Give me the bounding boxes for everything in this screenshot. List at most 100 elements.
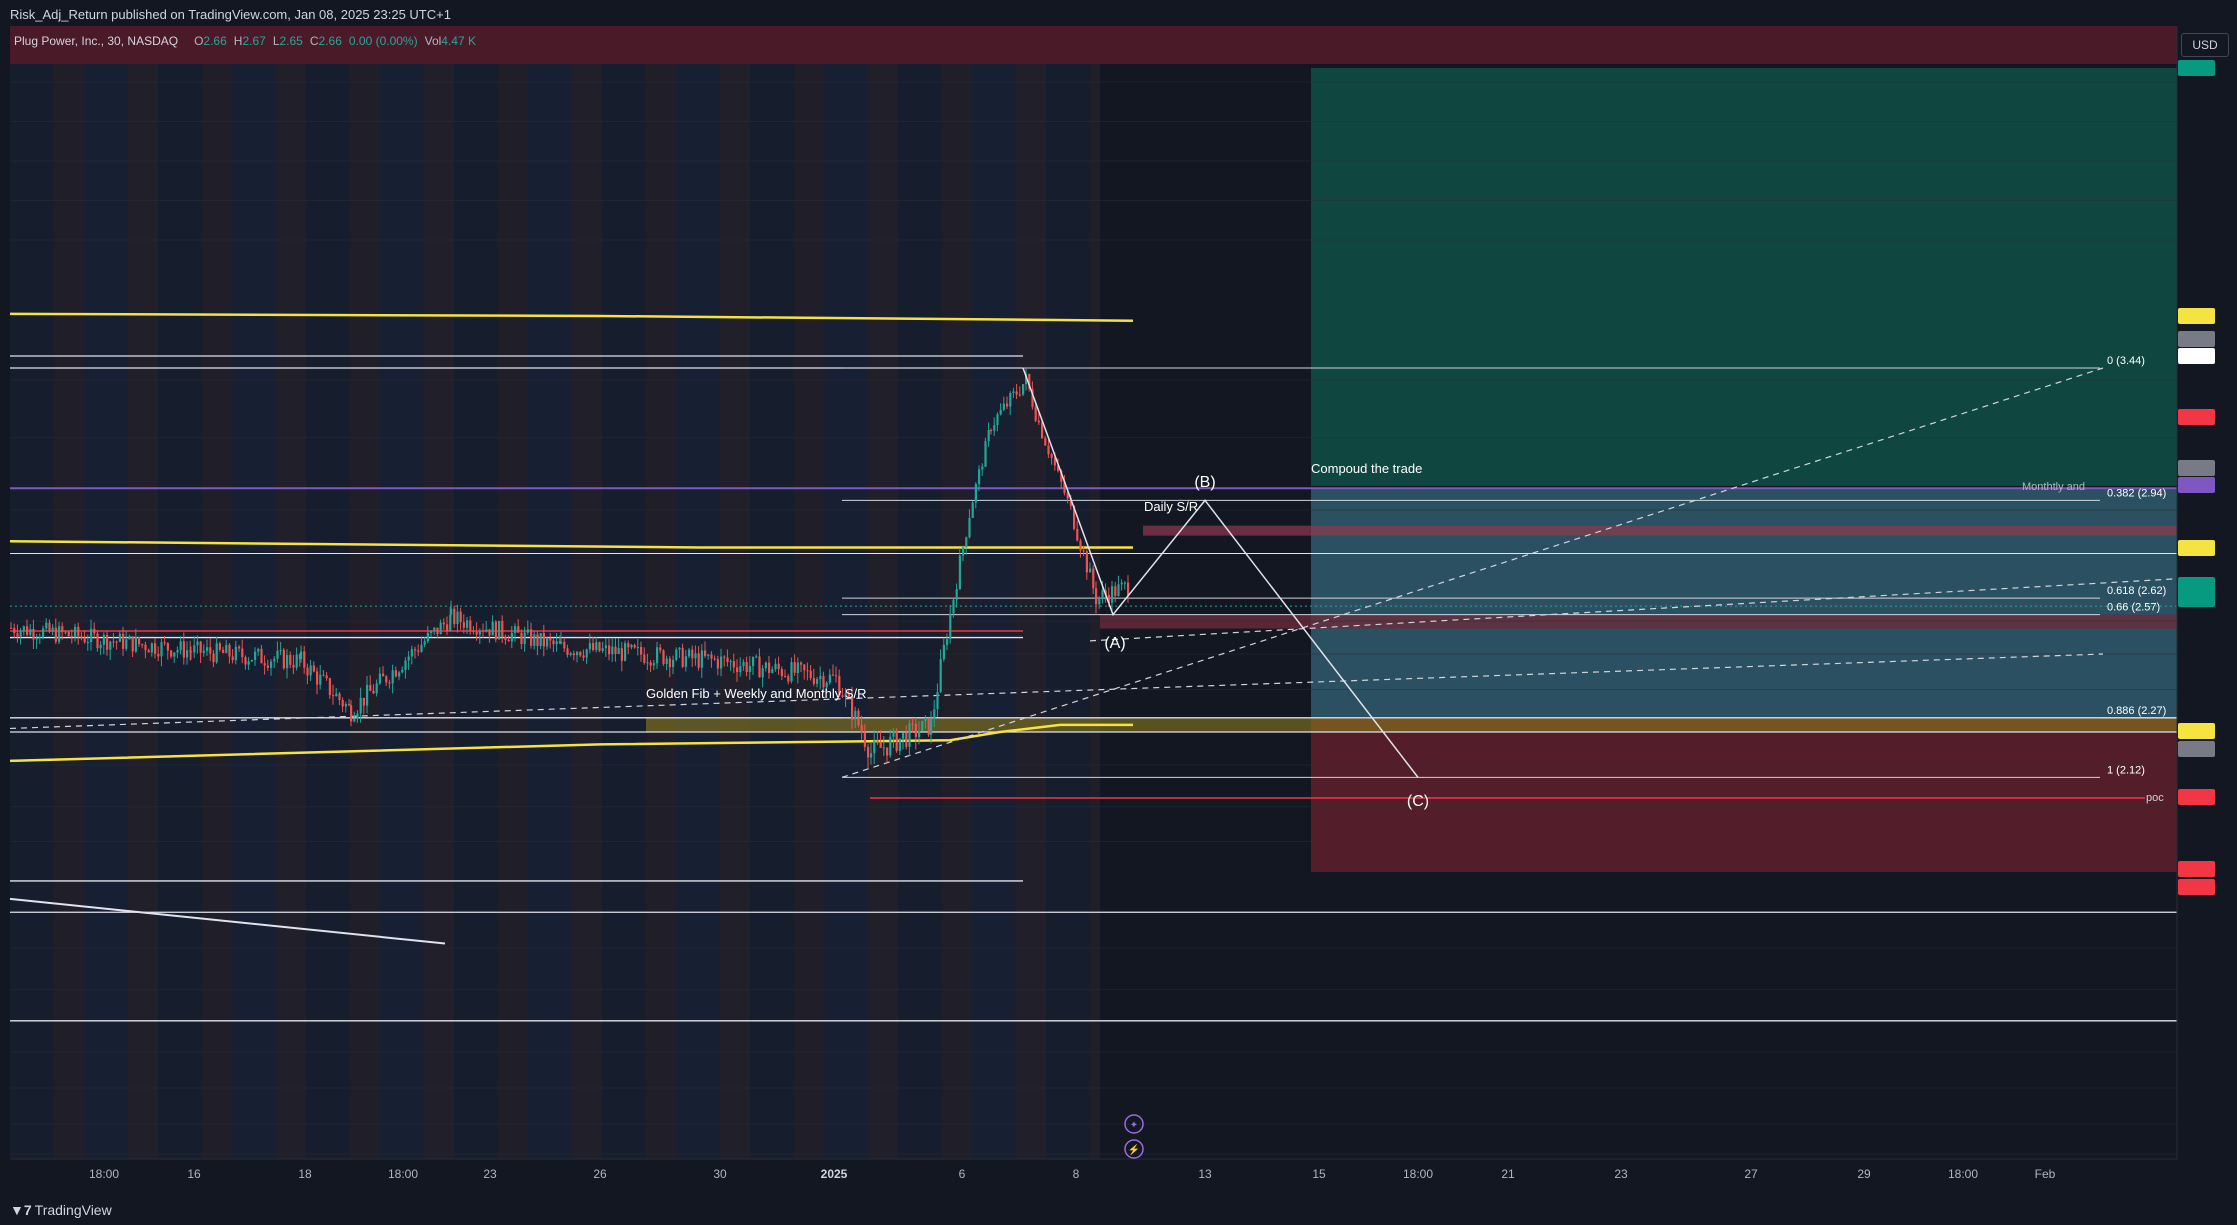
candle-body: [1095, 588, 1098, 605]
candle-body: [598, 642, 601, 651]
candle-body: [739, 666, 742, 673]
poc-label: poc: [2146, 792, 2164, 804]
candle-body: [905, 732, 908, 747]
candle-body: [974, 484, 977, 503]
candle-body: [398, 672, 401, 677]
candle-body: [410, 649, 413, 657]
candle-body: [372, 690, 375, 694]
candle-body: [254, 651, 257, 660]
candle-body: [335, 693, 338, 697]
candle-body: [748, 666, 751, 673]
time-tick-label: 8: [1073, 1167, 1080, 1181]
candle-body: [1123, 582, 1126, 584]
candle-body: [999, 409, 1002, 415]
candle-body: [576, 651, 579, 656]
candle-body: [433, 627, 436, 632]
candle-body: [526, 629, 529, 633]
candle-body: [206, 647, 209, 651]
candle-body: [761, 668, 764, 678]
candle-body: [895, 730, 898, 751]
brand-text: TradingView: [34, 1202, 112, 1218]
candle-body: [579, 651, 582, 656]
price-badge: [2178, 60, 2215, 76]
candle-body: [466, 620, 469, 628]
price-badge: [2178, 577, 2215, 593]
candle-body: [656, 647, 659, 664]
candle-body: [64, 631, 67, 633]
currency-button[interactable]: USD: [2181, 33, 2229, 57]
candle-body: [292, 664, 295, 668]
candle-body: [462, 622, 465, 628]
candle-body: [196, 641, 199, 646]
candle-body: [90, 628, 93, 643]
candle-body: [417, 650, 420, 652]
candle-body: [787, 676, 790, 682]
price-badge: [2178, 789, 2215, 805]
candle-body: [1044, 438, 1047, 446]
tradingview-logo[interactable]: ▼7 TradingView: [10, 1202, 112, 1218]
candle-body: [453, 608, 456, 625]
candle-body: [131, 636, 134, 652]
candle-body: [300, 651, 303, 660]
candle-body: [501, 620, 504, 638]
candle-body: [918, 731, 921, 738]
candle-body: [202, 650, 205, 653]
candle-body: [617, 648, 620, 654]
candle-body: [624, 643, 627, 661]
session-stripe: [824, 64, 868, 1159]
candle-body: [295, 654, 298, 668]
candle-body: [697, 653, 700, 668]
session-stripe: [602, 64, 646, 1159]
candle-body: [726, 657, 729, 662]
candle-body: [936, 692, 939, 710]
candle-body: [1101, 590, 1104, 598]
candle-body: [225, 644, 228, 654]
candle-body: [732, 661, 735, 668]
candle-body: [585, 649, 588, 658]
daily-sr-label: Daily S/R: [1144, 499, 1198, 514]
price-badge: [2178, 591, 2215, 607]
candle-body: [388, 682, 391, 684]
candle-body: [684, 656, 687, 667]
candle-body: [892, 730, 895, 737]
price-badge: [2178, 409, 2215, 425]
candle-body: [774, 663, 777, 670]
candle-body: [485, 629, 488, 632]
candle-body: [247, 661, 250, 665]
low-label: L: [272, 34, 280, 48]
candle-body: [996, 414, 999, 426]
candle-body: [507, 639, 510, 642]
session-stripe: [158, 64, 202, 1159]
candle-body: [338, 693, 341, 701]
price-chart[interactable]: (A) (B) (C) Compoud the trade Daily S/R Golde…: [0, 0, 2237, 1225]
candle-body: [867, 746, 870, 758]
candle-body: [1006, 403, 1009, 407]
candle-body: [244, 657, 247, 665]
price-axis: [2177, 26, 2237, 1193]
candle-body: [863, 732, 866, 747]
price-badge: [2178, 460, 2215, 476]
candle-body: [510, 632, 513, 642]
candle-body: [678, 647, 681, 650]
candle-body: [952, 599, 955, 614]
price-badge: [2178, 348, 2215, 364]
candle-body: [74, 626, 77, 638]
candle-body: [729, 661, 732, 663]
open-value: 2.66: [203, 34, 227, 48]
candle-body: [758, 656, 761, 678]
fib-level-label: 0.618 (2.62): [2107, 585, 2166, 597]
candle-body: [491, 621, 494, 636]
magic-icon-glyph: ✦: [1130, 1120, 1138, 1131]
candle-body: [720, 656, 723, 669]
candle-body: [366, 684, 369, 706]
candle-body: [981, 466, 984, 470]
candle-body: [309, 665, 312, 676]
candle-body: [141, 644, 144, 646]
candle-body: [306, 667, 309, 676]
candle-body: [238, 646, 241, 649]
candle-body: [147, 650, 150, 653]
candle-body: [93, 628, 96, 634]
candle-body: [946, 639, 949, 645]
candle-body: [13, 627, 16, 634]
candle-body: [102, 634, 105, 645]
